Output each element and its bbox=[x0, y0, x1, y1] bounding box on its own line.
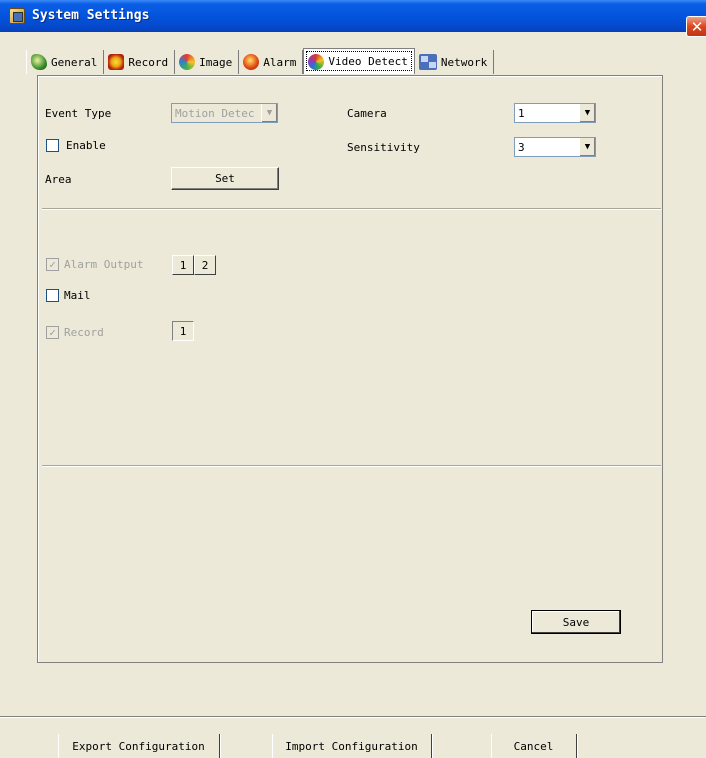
chevron-down-icon: ▼ bbox=[579, 138, 595, 156]
title-bar[interactable]: System Settings ✕ bbox=[0, 0, 706, 37]
close-button[interactable]: ✕ bbox=[686, 16, 706, 37]
alarm-output-label: Alarm Output bbox=[64, 258, 144, 271]
button-label: Set bbox=[215, 172, 235, 185]
video-detect-panel: Event Type Motion Detec ▼ Camera 1 ▼ Ena… bbox=[37, 75, 663, 663]
video-detect-icon bbox=[308, 53, 325, 70]
mail-label: Mail bbox=[64, 289, 91, 302]
record-channel-1-button[interactable]: 1 bbox=[172, 321, 194, 341]
enable-checkbox[interactable] bbox=[46, 139, 59, 152]
cancel-button[interactable]: Cancel bbox=[491, 734, 577, 758]
separator bbox=[42, 465, 661, 467]
tab-network[interactable]: Network bbox=[415, 50, 495, 74]
tab-label: General bbox=[51, 55, 98, 69]
sensitivity-label: Sensitivity bbox=[347, 141, 420, 154]
save-button[interactable]: Save bbox=[531, 610, 621, 634]
button-label: Export Configuration bbox=[72, 739, 205, 753]
tab-general[interactable]: General bbox=[26, 50, 105, 74]
chevron-down-icon: ▼ bbox=[579, 104, 595, 122]
alarm-channel-1-button[interactable]: 1 bbox=[172, 255, 194, 275]
window-title: System Settings bbox=[32, 8, 150, 23]
button-label: 2 bbox=[201, 258, 209, 272]
button-label: Import Configuration bbox=[285, 739, 418, 753]
checkmark-icon: ✓ bbox=[49, 326, 56, 339]
event-type-value: Motion Detec bbox=[175, 106, 255, 120]
tab-label: Alarm bbox=[263, 55, 297, 69]
button-label: 1 bbox=[179, 258, 187, 272]
settings-tabs: General Record Image Alarm Video Detect … bbox=[26, 48, 495, 74]
app-icon bbox=[9, 8, 25, 24]
sensitivity-select[interactable]: 3 ▼ bbox=[514, 137, 596, 157]
area-label: Area bbox=[45, 173, 72, 186]
record-checkbox[interactable]: ✓ bbox=[46, 326, 59, 339]
tab-label: Video Detect bbox=[328, 55, 408, 68]
export-configuration-button[interactable]: Export Configuration bbox=[58, 734, 220, 758]
area-set-button[interactable]: Set bbox=[171, 167, 279, 190]
event-type-label: Event Type bbox=[45, 107, 112, 120]
button-label: Cancel bbox=[513, 739, 554, 753]
camera-label: Camera bbox=[347, 107, 387, 120]
mail-checkbox[interactable] bbox=[46, 289, 59, 302]
button-label: Save bbox=[562, 615, 590, 629]
camera-select[interactable]: 1 ▼ bbox=[514, 103, 596, 123]
record-icon bbox=[108, 54, 125, 70]
import-configuration-button[interactable]: Import Configuration bbox=[272, 734, 432, 758]
network-icon bbox=[418, 54, 437, 70]
sensitivity-value: 3 bbox=[518, 140, 525, 154]
tab-label: Network bbox=[440, 55, 488, 69]
record-label: Record bbox=[64, 326, 104, 339]
tab-image[interactable]: Image bbox=[175, 50, 240, 74]
tab-record[interactable]: Record bbox=[104, 50, 176, 74]
alarm-channel-2-button[interactable]: 2 bbox=[194, 255, 216, 275]
general-icon bbox=[31, 54, 47, 70]
footer-divider bbox=[0, 716, 706, 718]
enable-label: Enable bbox=[66, 139, 106, 152]
image-icon bbox=[179, 54, 196, 70]
tab-alarm[interactable]: Alarm bbox=[239, 50, 304, 74]
close-icon: ✕ bbox=[690, 17, 704, 36]
event-type-select[interactable]: Motion Detec ▼ bbox=[171, 103, 278, 123]
button-label: 1 bbox=[179, 324, 187, 338]
tab-label: Record bbox=[128, 55, 169, 69]
separator bbox=[42, 208, 661, 210]
checkmark-icon: ✓ bbox=[49, 258, 56, 271]
tab-label: Image bbox=[199, 55, 233, 69]
chevron-down-icon: ▼ bbox=[261, 104, 277, 122]
alarm-icon bbox=[243, 54, 260, 70]
tab-video-detect[interactable]: Video Detect bbox=[303, 48, 415, 74]
camera-value: 1 bbox=[518, 106, 525, 120]
alarm-output-checkbox[interactable]: ✓ bbox=[46, 258, 59, 271]
